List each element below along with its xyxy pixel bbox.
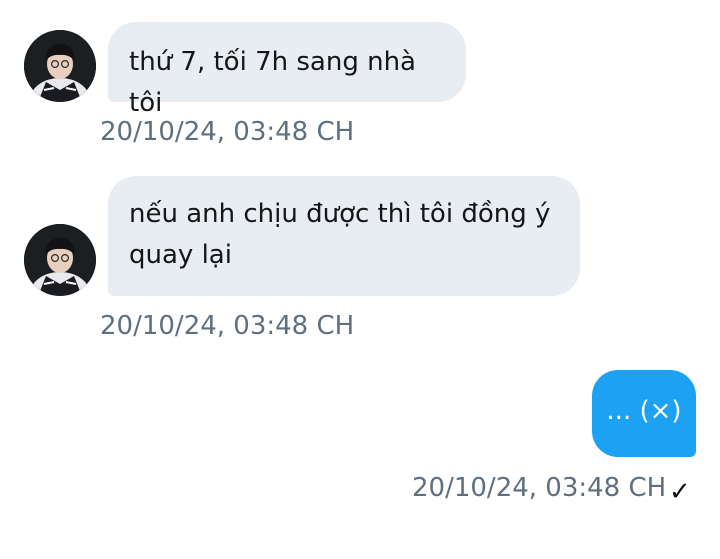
sender-avatar[interactable] <box>24 224 96 296</box>
message-text: nếu anh chịu được thì tôi đồng ý quay lạ… <box>129 199 551 270</box>
message-text: thứ 7, tối 7h sang nhà tôi <box>129 47 416 118</box>
message-bubble-incoming[interactable]: nếu anh chịu được thì tôi đồng ý quay lạ… <box>108 176 580 296</box>
message-bubble-outgoing[interactable]: ... (×) <box>592 370 696 457</box>
message-timestamp: 20/10/24, 03:48 CH <box>412 473 667 503</box>
message-timestamp: 20/10/24, 03:48 CH <box>100 311 355 341</box>
avatar-photo <box>24 30 96 102</box>
avatar-photo <box>24 224 96 296</box>
checkmark-icon: ✓ <box>669 477 691 507</box>
message-bubble-incoming[interactable]: thứ 7, tối 7h sang nhà tôi <box>108 22 466 118</box>
message-timestamp: 20/10/24, 03:48 CH <box>100 117 355 147</box>
message-text: ... (×) <box>606 396 682 426</box>
sender-avatar[interactable] <box>24 30 96 102</box>
